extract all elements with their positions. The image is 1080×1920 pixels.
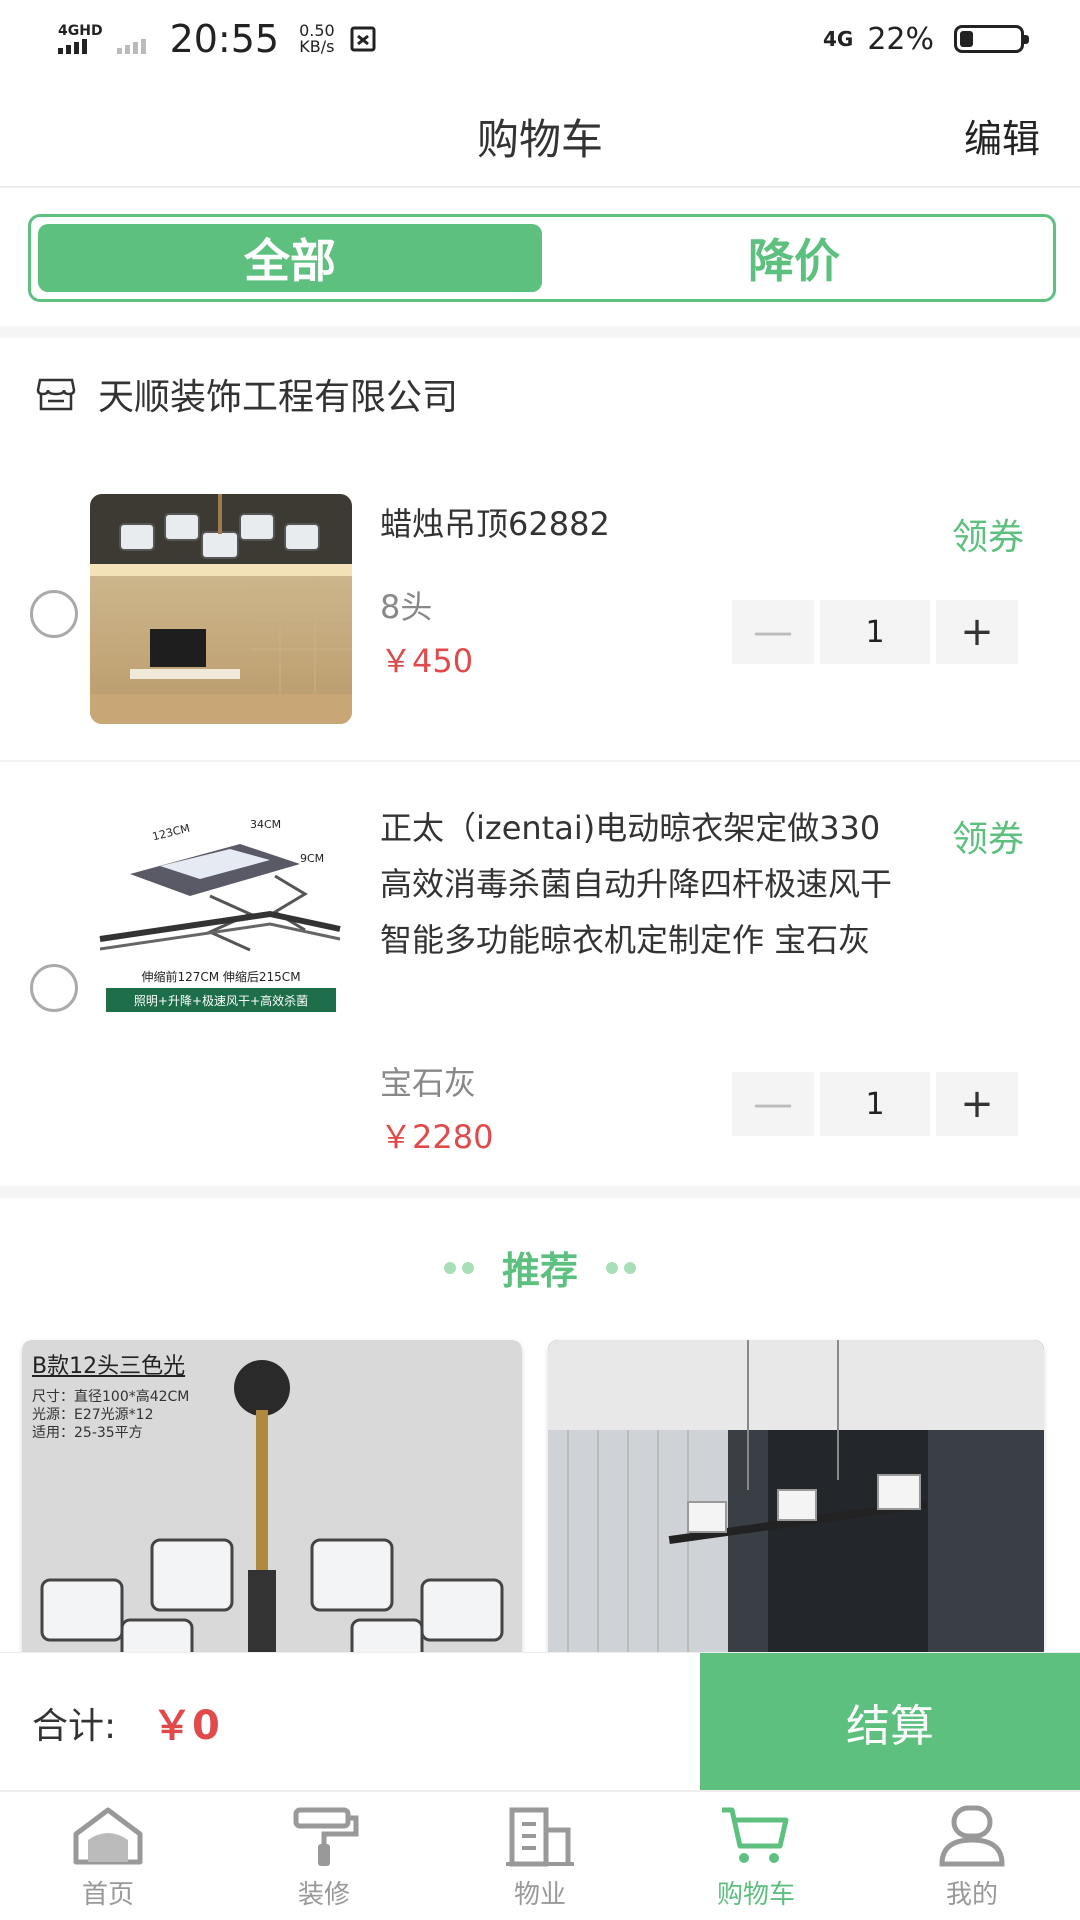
- recommend-card[interactable]: [548, 1340, 1044, 1660]
- product-image-drying-rack[interactable]: 123CM 34CM 9CM 伸缩前127CM 伸缩后215CM 照明+升降+极…: [90, 804, 352, 1034]
- product-image-chandelier[interactable]: [90, 494, 352, 724]
- cart-icon: [722, 1807, 789, 1863]
- quantity-value[interactable]: 1: [820, 600, 930, 664]
- image-dim-text: 34CM: [250, 818, 282, 831]
- image-banner: 照明+升降+极速风干+高效杀菌: [106, 988, 336, 1012]
- nav-item-decoration[interactable]: 装修: [216, 1792, 432, 1920]
- item-price: ￥2280: [380, 1118, 494, 1156]
- decor-dots-icon: [443, 1261, 474, 1274]
- tab-price-drop[interactable]: 降价: [542, 224, 1046, 292]
- battery-percent: 22%: [867, 21, 934, 57]
- recommend-card[interactable]: B款12头三色光 尺寸：直径100*高42CM 光源：E27光源*12 适用：2…: [22, 1340, 522, 1660]
- signal-bars-2-icon: [116, 38, 146, 54]
- increase-button[interactable]: +: [936, 600, 1018, 664]
- nav-label: 我的: [945, 1880, 998, 1910]
- total-value: ￥0: [152, 1703, 220, 1749]
- item-title[interactable]: 正太（izentai)电动晾衣架定做330高效消毒杀菌自动升降四杆极速风干智能多…: [380, 800, 900, 1024]
- item-price: ￥450: [380, 642, 474, 680]
- battery-fill: [960, 31, 973, 47]
- shop-name: 天顺装饰工程有限公司: [98, 377, 459, 418]
- net-speed-unit: KB/s: [299, 37, 335, 56]
- recommend-card-caption: B款12头三色光: [32, 1354, 186, 1379]
- header: 购物车 编辑: [0, 78, 1080, 188]
- nav-item-property[interactable]: 物业: [432, 1792, 648, 1920]
- recommend-card-specs: 尺寸：直径100*高42CM 光源：E27光源*12 适用：25-35平方: [32, 1388, 189, 1442]
- increase-button[interactable]: +: [936, 1072, 1018, 1136]
- image-caption: 伸缩前127CM 伸缩后215CM: [141, 970, 301, 984]
- recommend-header: 推荐: [0, 1240, 1080, 1295]
- status-left: 4GHD 20:55 0.50 KB/s: [58, 17, 379, 61]
- section-separator: [0, 326, 1080, 338]
- nav-item-cart[interactable]: 购物车: [648, 1792, 864, 1920]
- filter-tabs: 全部 降价: [28, 214, 1056, 302]
- bottom-nav: 首页 装修 物业 购物车 我的: [0, 1790, 1080, 1920]
- section-separator: [0, 1186, 1080, 1198]
- clock: 20:55: [169, 17, 280, 61]
- decor-dots-icon: [606, 1261, 636, 1274]
- home-icon: [73, 1807, 143, 1865]
- item-title[interactable]: 蜡烛吊顶62882: [380, 496, 900, 552]
- item-checkbox[interactable]: [30, 590, 78, 638]
- spec-line: 尺寸：直径100*高42CM: [32, 1389, 190, 1405]
- nav-label: 装修: [297, 1880, 350, 1910]
- spec-line: 光源：E27光源*12: [32, 1407, 154, 1423]
- building-icon: [506, 1807, 574, 1867]
- screenshot-icon: [350, 26, 376, 52]
- tab-all[interactable]: 全部: [38, 224, 542, 292]
- shop-header[interactable]: 天顺装饰工程有限公司: [36, 368, 458, 420]
- nav-label: 首页: [81, 1880, 134, 1910]
- status-bar: 4GHD 20:55 0.50 KB/s 4G 22%: [0, 0, 1080, 78]
- nav-label: 物业: [513, 1880, 566, 1910]
- item-variant: 宝石灰: [380, 1064, 477, 1102]
- checkout-button[interactable]: 结算: [700, 1653, 1080, 1791]
- item-variant: 8头: [380, 588, 433, 626]
- edit-button[interactable]: 编辑: [964, 108, 1040, 163]
- quantity-stepper: — 1 +: [732, 1072, 1018, 1136]
- coupon-button[interactable]: 领券: [952, 810, 1024, 862]
- quantity-stepper: — 1 +: [732, 600, 1018, 664]
- net-speed: 0.50 KB/s: [299, 23, 335, 55]
- battery-icon: [954, 25, 1029, 53]
- network-type: 4GHD: [58, 23, 103, 39]
- signal-bars-icon: [58, 38, 87, 54]
- nav-item-me[interactable]: 我的: [864, 1792, 1080, 1920]
- image-dim-text: 9CM: [300, 852, 325, 865]
- network-right: 4G: [822, 27, 854, 51]
- decrease-button[interactable]: —: [732, 600, 814, 664]
- page-title: 购物车: [476, 115, 603, 164]
- item-checkbox[interactable]: [30, 964, 78, 1012]
- quantity-value[interactable]: 1: [820, 1072, 930, 1136]
- nav-item-home[interactable]: 首页: [0, 1792, 216, 1920]
- total-label: 合计:: [32, 1706, 117, 1747]
- status-right: 4G 22%: [822, 21, 1029, 57]
- decrease-button[interactable]: —: [732, 1072, 814, 1136]
- paint-roller-icon: [293, 1807, 359, 1866]
- spec-line: 适用：25-35平方: [32, 1425, 143, 1441]
- recommend-label: 推荐: [501, 1249, 578, 1293]
- item-divider: [0, 760, 1080, 762]
- signal-group: 4GHD: [58, 24, 103, 54]
- checkout-bar: 合计: ￥0 结算: [0, 1652, 1080, 1791]
- coupon-button[interactable]: 领券: [952, 508, 1024, 560]
- store-icon: [36, 378, 76, 411]
- user-icon: [939, 1805, 1005, 1867]
- nav-label: 购物车: [716, 1880, 795, 1910]
